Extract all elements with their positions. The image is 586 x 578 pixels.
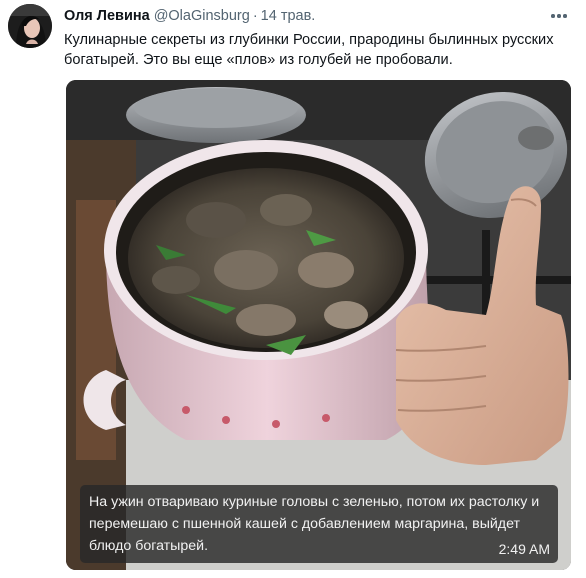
tweet-date[interactable]: 14 трав. [261,8,316,24]
media-caption-overlay: На ужин отвариваю куриные головы с зелен… [80,485,558,563]
header-separator: · [252,8,258,24]
more-horizontal-icon [550,14,568,18]
tweet[interactable]: Оля Левина @OlaGinsburg · 14 трав. Кулин… [0,0,586,578]
author-handle[interactable]: @OlaGinsburg [154,8,250,24]
caption-timestamp: 2:49 AM [498,541,550,557]
tweet-media-photo[interactable]: На ужин отвариваю куриные головы с зелен… [66,80,571,570]
tweet-text: Кулинарные секреты из глубинки России, п… [64,32,554,68]
caption-text: На ужин отвариваю куриные головы с зелен… [89,494,540,554]
author-display-name[interactable]: Оля Левина [64,8,150,24]
more-options-button[interactable] [548,6,570,26]
avatar-image [8,4,52,48]
avatar[interactable] [8,4,52,48]
tweet-header: Оля Левина @OlaGinsburg · 14 трав. [64,8,315,26]
